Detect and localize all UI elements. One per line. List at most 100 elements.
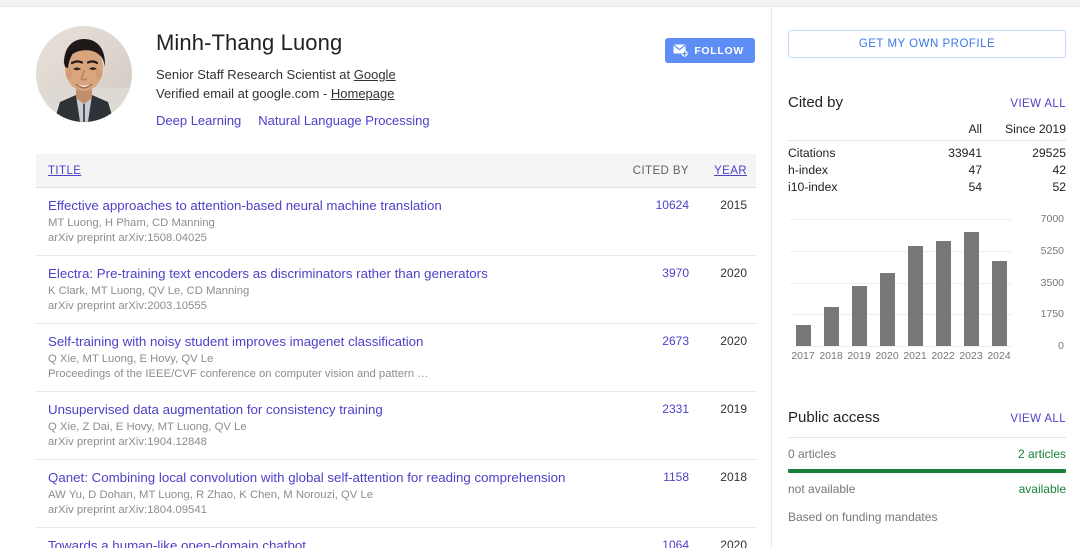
publication-year: 2020 <box>689 333 747 348</box>
follow-button[interactable]: FOLLOW <box>665 38 755 63</box>
publication-details: Electra: Pre-training text encoders as d… <box>48 265 603 314</box>
citation-stats-table: All Since 2019 Citations3394129525h-inde… <box>788 120 1066 195</box>
affiliation-line: Senior Staff Research Scientist at Googl… <box>156 66 747 84</box>
stats-header-blank <box>788 120 908 140</box>
chart-bar-column[interactable] <box>874 219 900 346</box>
homepage-link[interactable]: Homepage <box>331 86 395 101</box>
chart-bar-column[interactable] <box>986 219 1012 346</box>
public-access-progress-bar <box>788 469 1066 473</box>
chart-bar[interactable] <box>852 286 867 346</box>
chart-y-tick-label: 0 <box>1058 340 1064 352</box>
chart-x-tick-label: 2021 <box>902 350 928 362</box>
publication-title-link[interactable]: Self-training with noisy student improve… <box>48 333 593 350</box>
affiliation-link[interactable]: Google <box>354 67 396 82</box>
publication-authors: MT Luong, H Pham, CD Manning <box>48 216 593 231</box>
publication-cited-by-link[interactable]: 2331 <box>603 401 689 416</box>
publication-details: Effective approaches to attention-based … <box>48 197 603 246</box>
chart-bar[interactable] <box>908 246 923 346</box>
google-scholar-profile-page: Minh-Thang Luong Senior Staff Research S… <box>0 0 1080 548</box>
table-row: Effective approaches to attention-based … <box>36 188 756 256</box>
publication-title-link[interactable]: Effective approaches to attention-based … <box>48 197 593 214</box>
publication-cited-by-link[interactable]: 1064 <box>603 537 689 548</box>
chart-bar-column[interactable] <box>902 219 928 346</box>
publication-venue: arXiv preprint arXiv:1508.04025 <box>48 231 593 246</box>
browser-top-strip <box>0 0 1080 7</box>
publication-year: 2020 <box>689 265 747 280</box>
publication-title-link[interactable]: Unsupervised data augmentation for consi… <box>48 401 593 418</box>
publication-venue: arXiv preprint arXiv:2003.10555 <box>48 299 593 314</box>
publication-cited-by-link[interactable]: 2673 <box>603 333 689 348</box>
citation-stats-header-row: All Since 2019 <box>788 120 1066 140</box>
public-access-left-count: 0 articles <box>788 447 836 461</box>
chart-bar-column[interactable] <box>846 219 872 346</box>
stats-row: Citations3394129525 <box>788 140 1066 161</box>
chart-x-tick-label: 2018 <box>818 350 844 362</box>
stats-row: i10-index5452 <box>788 178 1066 195</box>
chart-bar[interactable] <box>824 307 839 346</box>
publication-venue: arXiv preprint arXiv:1904.12848 <box>48 435 593 450</box>
publication-title-link[interactable]: Electra: Pre-training text encoders as d… <box>48 265 593 282</box>
chart-x-tick-label: 2024 <box>986 350 1012 362</box>
chart-bar-column[interactable] <box>818 219 844 346</box>
column-header-cited-by: CITED BY <box>603 165 689 177</box>
chart-y-tick-label: 7000 <box>1041 213 1064 225</box>
avatar[interactable] <box>36 26 132 122</box>
publication-year: 2018 <box>689 469 747 484</box>
publication-authors: Q Xie, Z Dai, E Hovy, MT Luong, QV Le <box>48 420 593 435</box>
publication-details: Unsupervised data augmentation for consi… <box>48 401 603 450</box>
public-access-view-all-link[interactable]: VIEW ALL <box>1010 413 1066 425</box>
publications-table: TITLE CITED BY YEAR Effective approaches… <box>36 154 756 548</box>
stats-row-since: 29525 <box>982 140 1066 161</box>
chart-bar-column[interactable] <box>930 219 956 346</box>
envelope-plus-icon <box>673 44 688 57</box>
publication-details: Towards a human-like open-domain chatbot… <box>48 537 603 548</box>
public-access-right-count: 2 articles <box>1018 447 1066 461</box>
public-access-header: Public access VIEW ALL <box>788 409 1066 426</box>
get-my-own-profile-button[interactable]: GET MY OWN PROFILE <box>788 30 1066 58</box>
publication-year: 2020 <box>689 537 747 548</box>
chart-x-tick-label: 2022 <box>930 350 956 362</box>
publication-authors: AW Yu, D Dohan, MT Luong, R Zhao, K Chen… <box>48 488 593 503</box>
chart-bar[interactable] <box>964 232 979 346</box>
chart-bar-column[interactable] <box>790 219 816 346</box>
chart-bar-column[interactable] <box>958 219 984 346</box>
profile-main-column: Minh-Thang Luong Senior Staff Research S… <box>0 8 771 548</box>
chart-bar[interactable] <box>880 273 895 346</box>
column-header-title[interactable]: TITLE <box>48 165 603 177</box>
chart-bar[interactable] <box>992 261 1007 346</box>
public-access-progress-fill <box>788 469 1066 473</box>
publication-authors: K Clark, MT Luong, QV Le, CD Manning <box>48 284 593 299</box>
profile-info: Minh-Thang Luong Senior Staff Research S… <box>156 26 747 130</box>
chart-x-tick-label: 2020 <box>874 350 900 362</box>
citations-per-year-chart: 20172018201920202021202220232024 0175035… <box>788 213 1067 373</box>
profile-header: Minh-Thang Luong Senior Staff Research S… <box>0 8 771 140</box>
cited-by-header: Cited by VIEW ALL <box>788 94 1066 111</box>
public-access-counts: 0 articles 2 articles <box>788 437 1066 461</box>
publication-title-link[interactable]: Qanet: Combining local convolution with … <box>48 469 593 486</box>
column-header-year[interactable]: YEAR <box>689 165 747 177</box>
table-row: Unsupervised data augmentation for consi… <box>36 392 756 460</box>
chart-x-tick-label: 2019 <box>846 350 872 362</box>
publication-title-link[interactable]: Towards a human-like open-domain chatbot <box>48 537 593 548</box>
publication-cited-by-link[interactable]: 10624 <box>603 197 689 212</box>
interest-nlp[interactable]: Natural Language Processing <box>258 113 429 128</box>
chart-bar[interactable] <box>796 325 811 346</box>
chart-x-tick-label: 2017 <box>790 350 816 362</box>
stats-row-label: h-index <box>788 161 908 178</box>
chart-bar[interactable] <box>936 241 951 346</box>
research-interests: Deep Learning Natural Language Processing <box>156 112 747 130</box>
stats-row-all: 54 <box>908 178 982 195</box>
table-row: Towards a human-like open-domain chatbot… <box>36 528 756 548</box>
publication-cited-by-link[interactable]: 3970 <box>603 265 689 280</box>
stats-row-since: 42 <box>982 161 1066 178</box>
chart-y-tick-label: 3500 <box>1041 277 1064 289</box>
chart-bars <box>790 219 1012 346</box>
chart-gridline <box>790 346 1012 347</box>
interest-deep-learning[interactable]: Deep Learning <box>156 113 241 128</box>
chart-y-tick-label: 1750 <box>1041 308 1064 320</box>
citation-stats-body: Citations3394129525h-index4742i10-index5… <box>788 140 1066 195</box>
cited-by-title: Cited by <box>788 94 843 111</box>
public-access-statuses: not available available <box>788 482 1066 496</box>
cited-by-view-all-link[interactable]: VIEW ALL <box>1010 98 1066 110</box>
publication-cited-by-link[interactable]: 1158 <box>603 469 689 484</box>
